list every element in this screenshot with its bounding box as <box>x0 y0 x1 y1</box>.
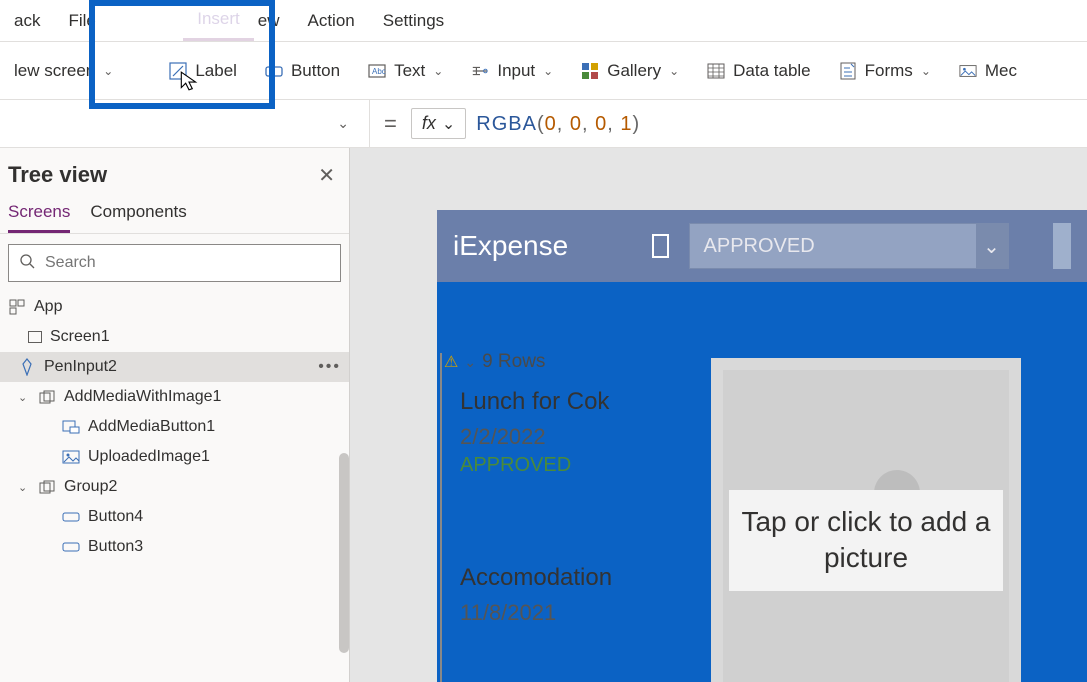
gallery-icon <box>581 62 599 80</box>
text-label: Text <box>394 61 425 81</box>
collapse-icon[interactable]: ⌄ <box>18 481 30 494</box>
input-button[interactable]: Input ⌄ <box>457 42 567 99</box>
scrollbar-thumb[interactable] <box>339 453 349 653</box>
chevron-down-icon: ⌄ <box>103 64 113 78</box>
text-icon: Abc <box>368 62 386 80</box>
menu-file[interactable]: File <box>54 0 109 41</box>
svg-text:Abc: Abc <box>372 67 386 76</box>
table-icon <box>707 62 725 80</box>
ribbon-toolbar: lew screen ⌄ Label Button Abc Text ⌄ Inp… <box>0 42 1087 100</box>
button-label: Button <box>291 61 340 81</box>
chevron-down-icon: ⌄ <box>543 64 553 78</box>
tree-item-group2[interactable]: ⌄ Group2 <box>0 472 349 502</box>
warning-icon: ⚠ <box>444 352 458 372</box>
label-text: Label <box>195 61 237 81</box>
tree-list: App Screen1 PenInput2 ••• ⌄ AddMediaWith… <box>0 292 349 682</box>
gallery-button[interactable]: Gallery ⌄ <box>567 42 693 99</box>
gallery-label: Gallery <box>607 61 661 81</box>
forms-icon <box>839 62 857 80</box>
app-title: iExpense <box>453 230 568 262</box>
image-icon <box>62 448 80 466</box>
chevron-down-icon: ⌄ <box>433 64 443 78</box>
data-table-label: Data table <box>733 61 811 81</box>
chevron-down-icon: ⌄ <box>669 64 679 78</box>
chevron-down-icon[interactable]: ⌄ <box>464 354 476 371</box>
button-icon <box>62 538 80 556</box>
button-icon <box>265 62 283 80</box>
menu-settings[interactable]: Settings <box>369 0 458 41</box>
menu-action[interactable]: Action <box>294 0 369 41</box>
property-select[interactable]: ⌄ <box>0 100 370 147</box>
tab-components[interactable]: Components <box>90 202 186 233</box>
tree-item-button3[interactable]: Button3 <box>0 532 349 562</box>
collapse-icon[interactable]: ⌄ <box>18 391 30 404</box>
fx-icon: fx <box>422 113 436 134</box>
search-field[interactable] <box>45 254 330 272</box>
tree-item-button4[interactable]: Button4 <box>0 502 349 532</box>
tree-view-panel: Tree view ✕ Screens Components App S <box>0 148 350 682</box>
new-screen-button[interactable]: lew screen ⌄ <box>0 42 127 99</box>
more-icon[interactable]: ••• <box>318 358 341 376</box>
equals-sign: = <box>370 111 411 137</box>
tab-screens[interactable]: Screens <box>8 202 70 233</box>
forms-button[interactable]: Forms ⌄ <box>825 42 945 99</box>
text-button[interactable]: Abc Text ⌄ <box>354 42 457 99</box>
data-table-button[interactable]: Data table <box>693 42 825 99</box>
canvas-area: iExpense APPROVED ⌄ ⚠ ⌄ 9 Rows Lunch for… <box>350 148 1087 682</box>
header-button[interactable] <box>1053 223 1071 269</box>
cursor-icon <box>178 70 200 98</box>
divider <box>440 353 442 682</box>
tree-item-addmedia[interactable]: ⌄ AddMediaWithImage1 <box>0 382 349 412</box>
menu-back[interactable]: ack <box>0 0 54 41</box>
status-dropdown[interactable]: APPROVED ⌄ <box>689 223 1009 269</box>
screen-icon <box>28 331 42 343</box>
menu-view[interactable]: ew <box>254 0 294 41</box>
chevron-down-icon: ⌄ <box>442 114 455 134</box>
search-icon <box>19 253 35 274</box>
add-picture-control[interactable]: Tap or click to add a picture <box>711 358 1021 682</box>
forms-label: Forms <box>865 61 913 81</box>
group-icon <box>38 478 56 496</box>
tree-view-title: Tree view <box>8 162 107 188</box>
tree-item-addmediabutton[interactable]: AddMediaButton1 <box>0 412 349 442</box>
filter-checkbox[interactable] <box>652 234 668 258</box>
search-input[interactable] <box>8 244 341 282</box>
group-icon <box>38 388 56 406</box>
tree-item-app[interactable]: App <box>0 292 349 322</box>
chevron-down-icon: ⌄ <box>976 223 1008 269</box>
add-picture-label: Tap or click to add a picture <box>729 490 1003 591</box>
fx-button[interactable]: fx ⌄ <box>411 108 466 139</box>
media-label: Mec <box>985 61 1017 81</box>
new-screen-label: lew screen <box>14 61 95 81</box>
tree-item-screen1[interactable]: Screen1 <box>0 322 349 352</box>
rows-count: ⚠ ⌄ 9 Rows <box>444 351 545 373</box>
media-button[interactable]: Mec <box>945 42 1031 99</box>
button-button[interactable]: Button <box>251 42 354 99</box>
input-label: Input <box>497 61 535 81</box>
label-button[interactable]: Label <box>155 42 251 99</box>
close-icon[interactable]: ✕ <box>318 163 335 188</box>
formula-input[interactable]: RGBA(0, 0, 0, 1) <box>476 111 640 136</box>
tree-item-uploadedimage[interactable]: UploadedImage1 <box>0 442 349 472</box>
chevron-down-icon: ⌄ <box>327 115 359 132</box>
app-header: iExpense APPROVED ⌄ <box>437 210 1087 282</box>
app-icon <box>8 298 26 316</box>
tree-item-peninput2[interactable]: PenInput2 ••• <box>0 352 349 382</box>
vertical-divider <box>650 308 696 682</box>
media-icon <box>959 62 977 80</box>
pen-icon <box>18 358 36 376</box>
chevron-down-icon: ⌄ <box>921 64 931 78</box>
menu-bar: ack File Home Insert ew Action Settings <box>0 0 1087 42</box>
formula-bar: ⌄ = fx ⌄ RGBA(0, 0, 0, 1) <box>0 100 1087 148</box>
input-icon <box>471 62 489 80</box>
menu-insert[interactable]: Insert <box>183 0 254 41</box>
button-icon <box>62 508 80 526</box>
media-button-icon <box>62 418 80 436</box>
